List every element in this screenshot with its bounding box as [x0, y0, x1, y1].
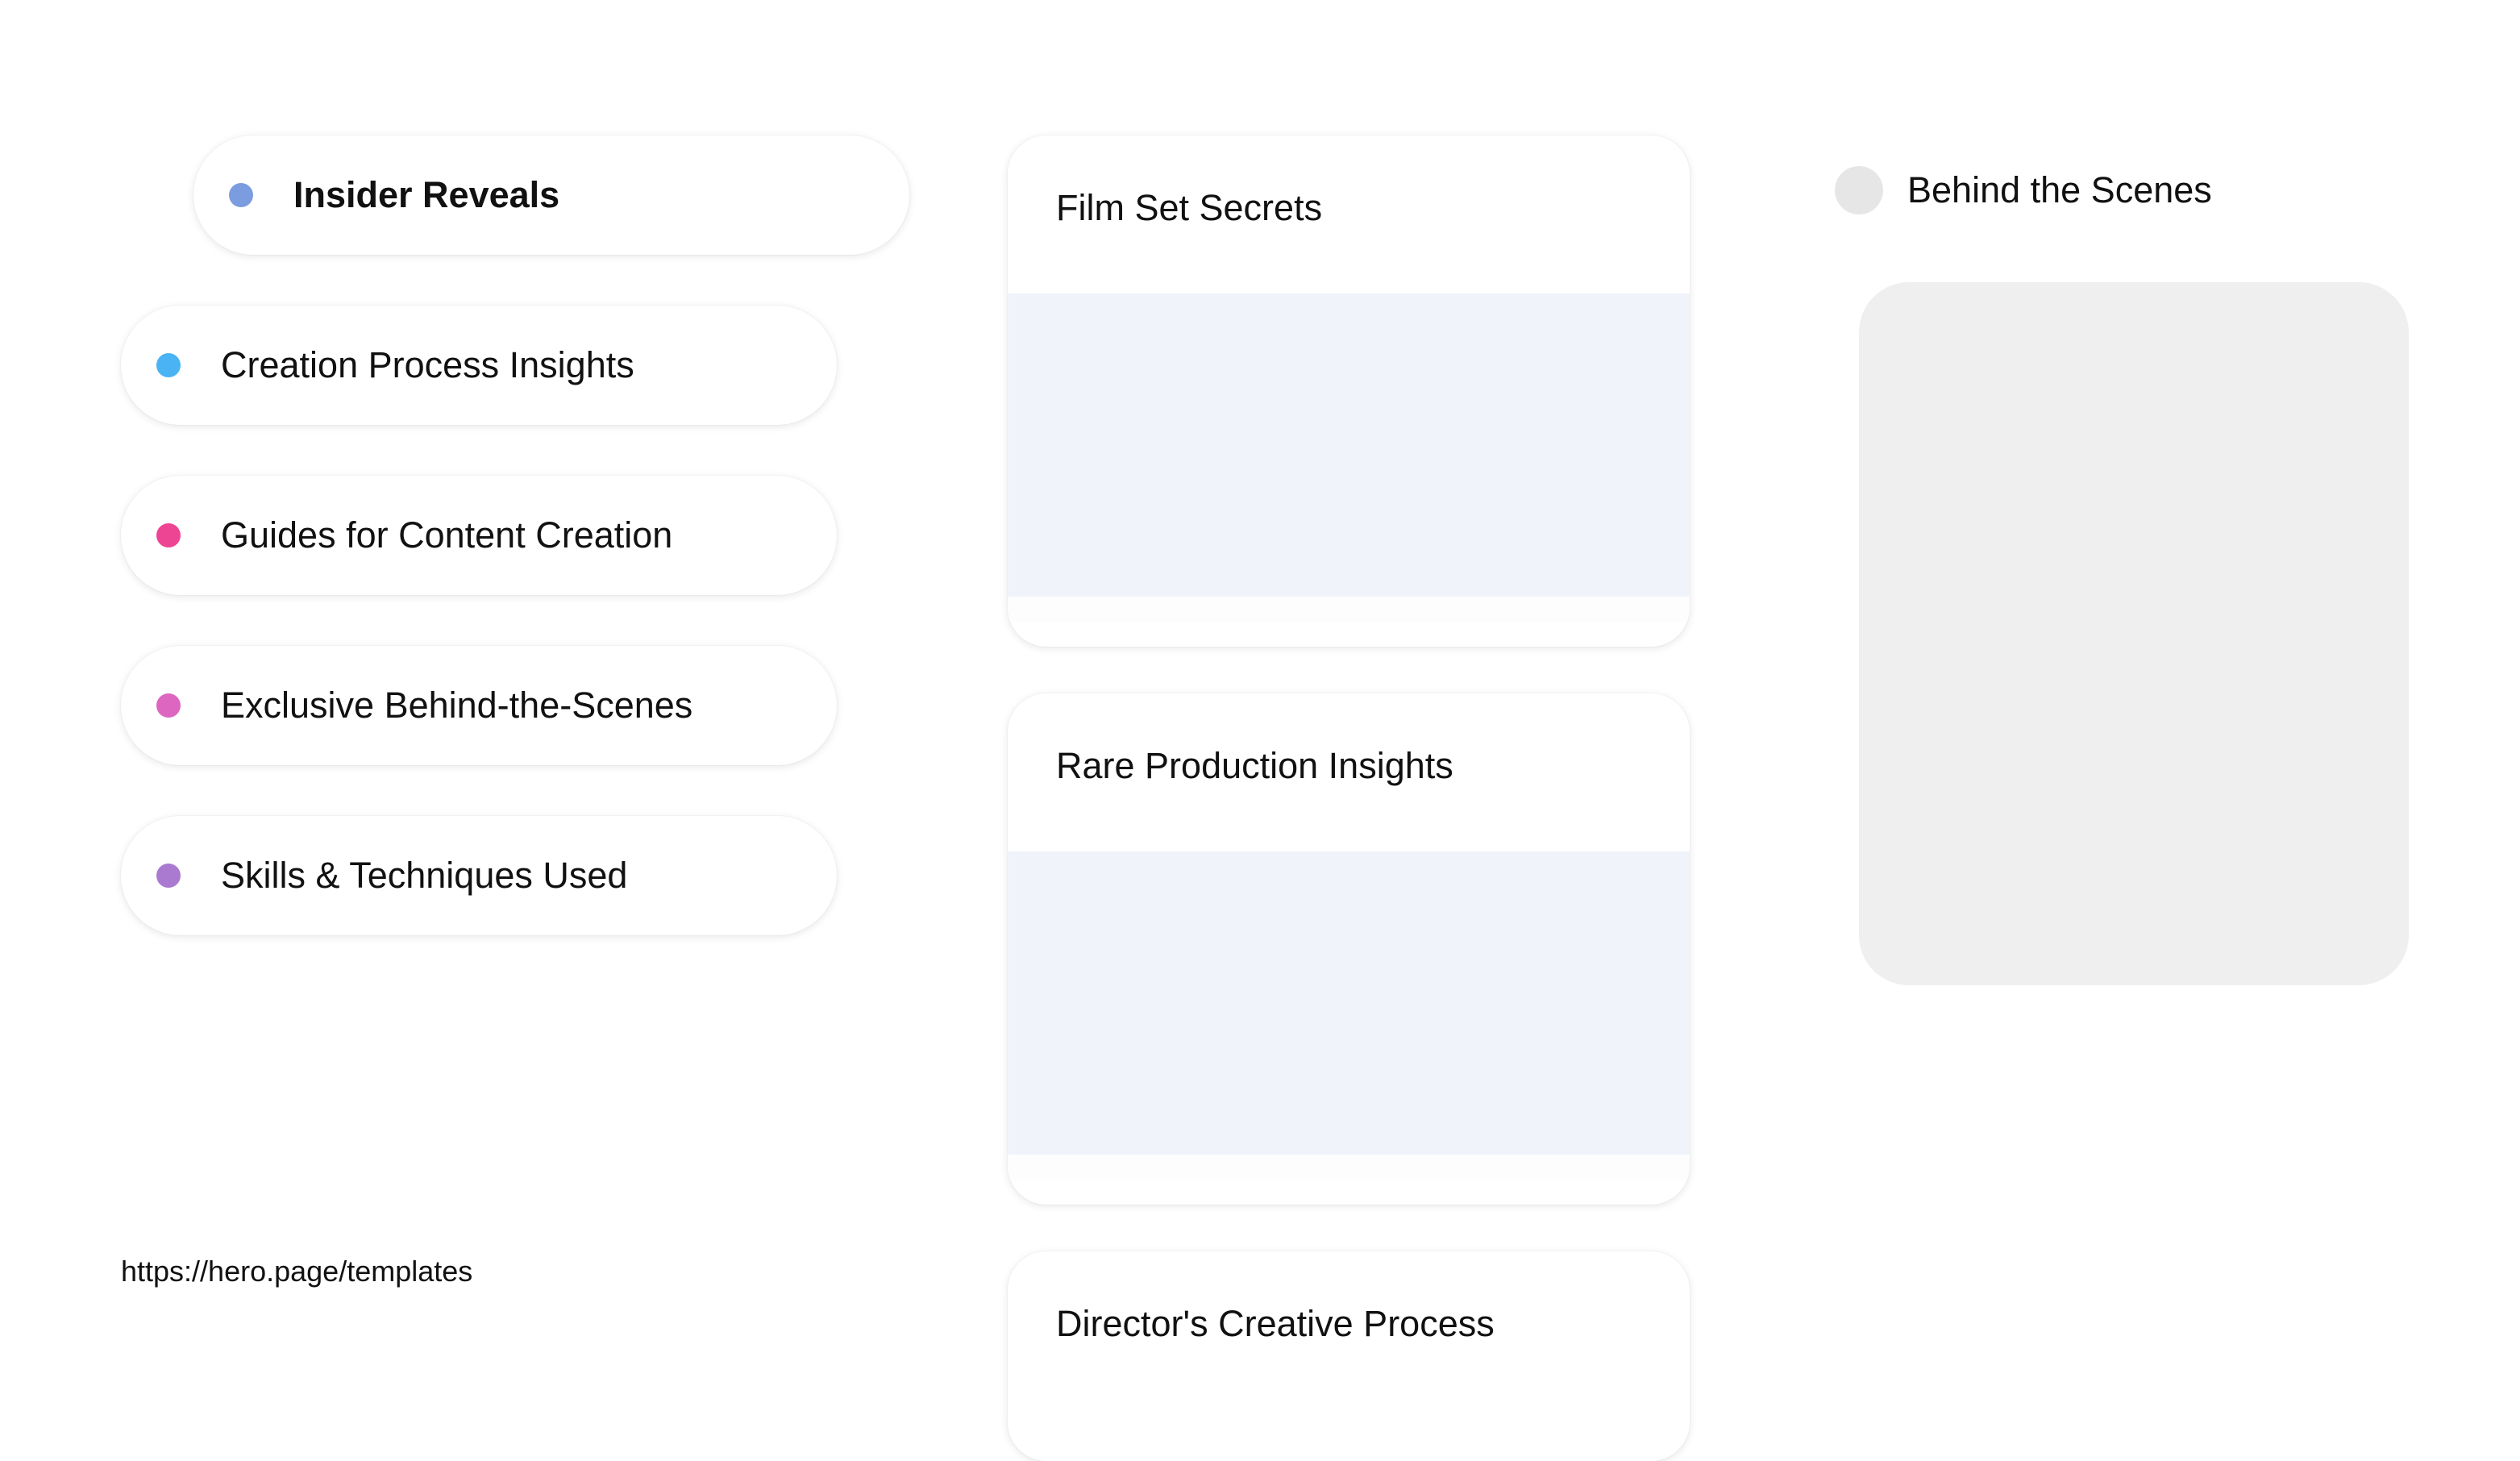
menu-item-insider-reveals[interactable]: Insider Reveals: [193, 135, 909, 255]
avatar: [1835, 166, 1883, 214]
menu-item-creation-process-insights[interactable]: Creation Process Insights: [121, 306, 837, 425]
bullet-dot-icon: [229, 183, 253, 207]
preview-title: Behind the Scenes: [1907, 169, 2212, 210]
bullet-dot-icon: [156, 353, 181, 377]
menu-item-label: Skills & Techniques Used: [221, 855, 628, 896]
preview-image-placeholder: [1859, 282, 2409, 985]
card-image-placeholder: [1008, 851, 1690, 1155]
card-title: Director's Creative Process: [1056, 1303, 1495, 1344]
card-title: Rare Production Insights: [1056, 745, 1453, 786]
bullet-dot-icon: [156, 864, 181, 888]
menu-item-label: Creation Process Insights: [221, 344, 634, 385]
card-title: Film Set Secrets: [1056, 187, 1323, 228]
menu-item-guides-for-content-creation[interactable]: Guides for Content Creation: [121, 476, 837, 595]
bullet-dot-icon: [156, 523, 181, 547]
menu-item-exclusive-behind-the-scenes[interactable]: Exclusive Behind-the-Scenes: [121, 646, 837, 765]
menu-item-label: Exclusive Behind-the-Scenes: [221, 685, 693, 726]
content-card-directors-creative-process[interactable]: Director's Creative Process: [1008, 1251, 1690, 1461]
card-footer: [1008, 1155, 1690, 1180]
content-card-rare-production-insights[interactable]: Rare Production Insights: [1008, 693, 1690, 1205]
preview-header: Behind the Scenes: [1835, 166, 2212, 214]
card-footer: [1008, 597, 1690, 622]
menu-item-label: Insider Reveals: [293, 174, 560, 215]
bullet-dot-icon: [156, 693, 181, 718]
menu-item-skills-techniques-used[interactable]: Skills & Techniques Used: [121, 816, 837, 935]
card-image-placeholder: [1008, 293, 1690, 597]
footer-link[interactable]: https://hero.page/templates: [121, 1255, 472, 1288]
menu-item-label: Guides for Content Creation: [221, 514, 673, 556]
content-card-film-set-secrets[interactable]: Film Set Secrets: [1008, 135, 1690, 647]
